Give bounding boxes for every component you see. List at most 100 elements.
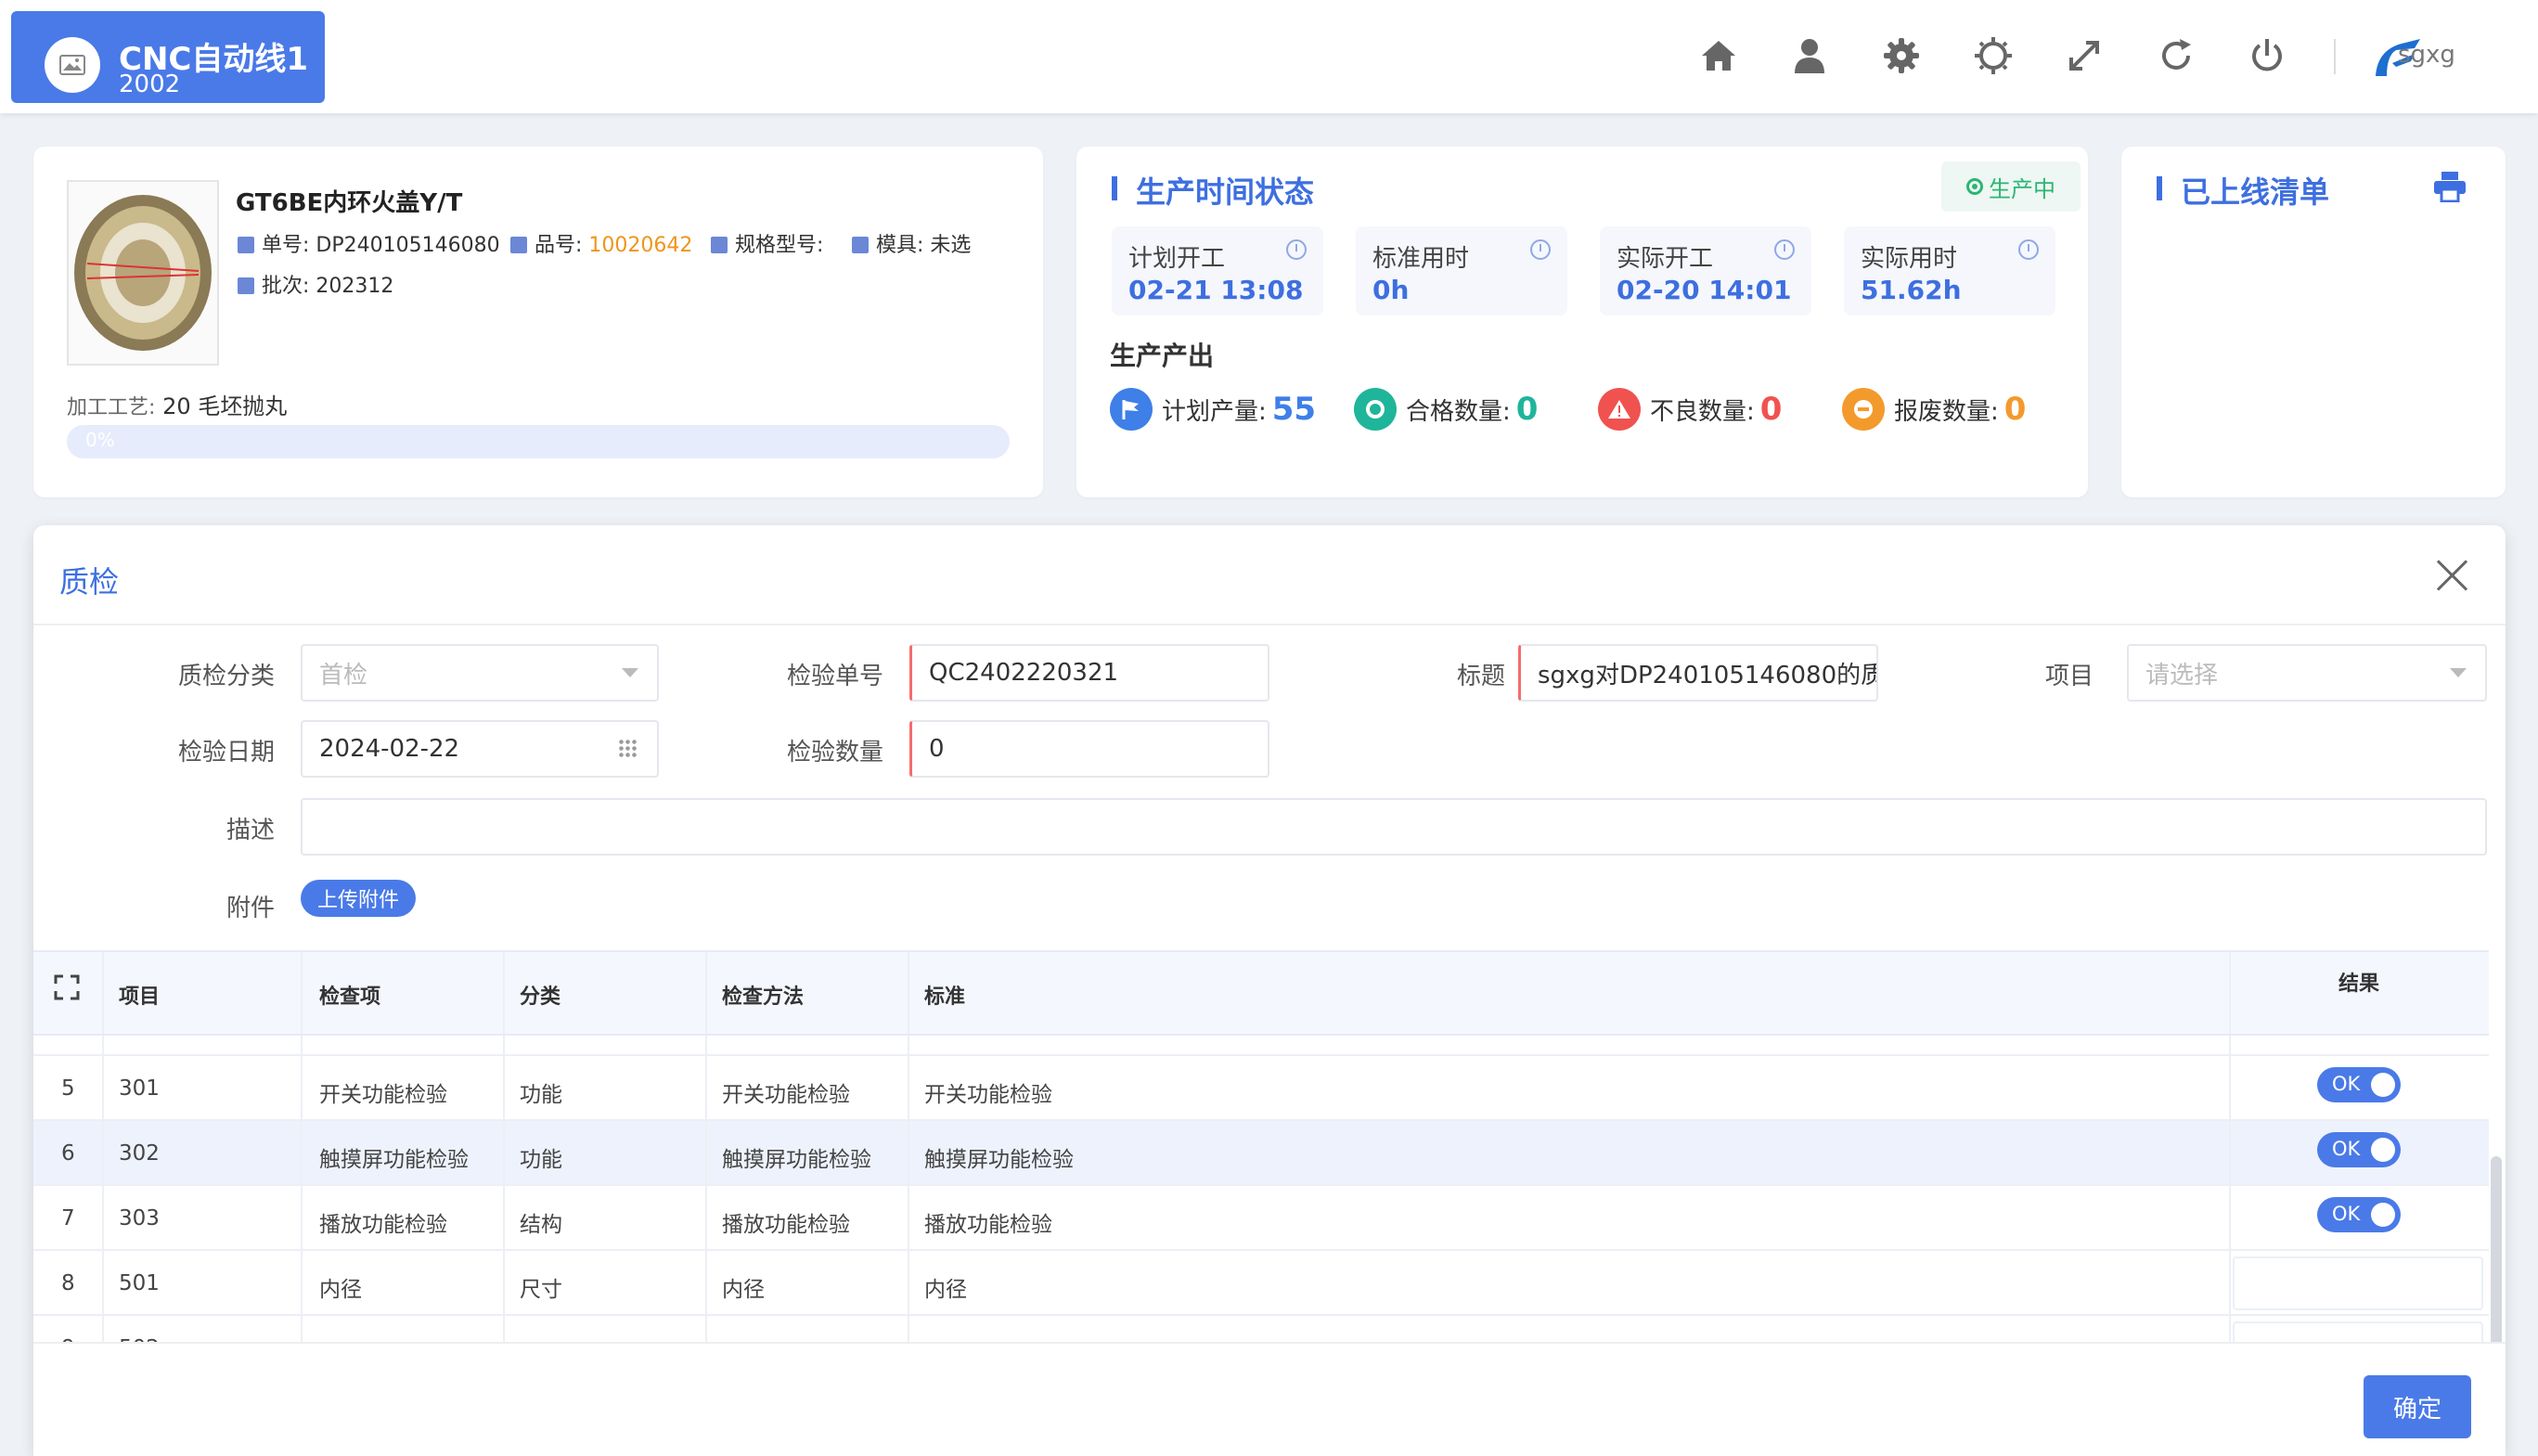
close-icon[interactable] — [2435, 559, 2468, 592]
col-header-category[interactable]: 分类 — [520, 980, 560, 1010]
cell-item: 302 — [119, 1141, 160, 1166]
table-row[interactable]: 8 501 内径 尺寸 内径 内径 — [33, 1251, 2489, 1316]
refresh-icon[interactable] — [2148, 28, 2204, 84]
cell-method: 内径 — [722, 1278, 765, 1302]
calendar-icon[interactable] — [618, 739, 638, 759]
cell-method: 触摸屏功能检验 — [722, 1148, 871, 1172]
project-select[interactable]: 请选择 — [2127, 644, 2487, 702]
document-icon — [238, 237, 254, 253]
output-value: 55 — [1271, 391, 1317, 428]
output-scrap: 报废数量: 0 — [1842, 386, 2026, 432]
project-placeholder: 请选择 — [2145, 661, 2219, 689]
cell-item: 301 — [119, 1076, 160, 1101]
gear-icon[interactable] — [1874, 28, 1929, 84]
minus-circle-icon — [1842, 388, 1885, 431]
output-label: 不良数量: — [1650, 397, 1755, 426]
output-value: 0 — [1759, 391, 1783, 428]
qty-label: 检验数量 — [786, 739, 883, 767]
list-icon — [711, 237, 728, 253]
row-index: 6 — [61, 1141, 75, 1166]
time-label: 实际用时 — [1861, 245, 1958, 273]
process-label: 加工工艺: — [67, 396, 156, 419]
col-header-standard[interactable]: 标准 — [924, 980, 965, 1010]
cell-standard: 开关功能检验 — [924, 1083, 1052, 1107]
online-list-title: 已上线清单 — [2156, 169, 2329, 212]
dialog-footer — [33, 1342, 2506, 1456]
table-row[interactable]: 5 301 开关功能检验 功能 开关功能检验 开关功能检验 OK — [33, 1056, 2489, 1121]
clock-icon — [1530, 239, 1551, 260]
status-text: 生产中 — [1989, 175, 2055, 202]
desc-input[interactable] — [301, 798, 2487, 856]
spec-meta: 规格型号: — [711, 228, 823, 258]
order-meta: 单号: DP240105146080 — [238, 228, 500, 258]
table-row[interactable]: 6 302 触摸屏功能检验 功能 触摸屏功能检验 触摸屏功能检验 OK — [33, 1121, 2489, 1186]
image-icon — [45, 37, 100, 93]
station-code: 2002 — [119, 71, 181, 98]
station-badge[interactable]: CNC自动线1 2002 — [11, 11, 325, 103]
attach-label: 附件 — [225, 895, 275, 922]
badge-check-icon — [1354, 388, 1397, 431]
result-input[interactable] — [2233, 1256, 2483, 1310]
power-icon[interactable] — [2239, 28, 2295, 84]
output-label: 报废数量: — [1894, 397, 1999, 426]
col-header-item[interactable]: 项目 — [119, 980, 160, 1010]
cell-item: 501 — [119, 1271, 160, 1295]
warning-icon — [1598, 388, 1641, 431]
dialog-title: 质检 — [59, 564, 120, 599]
date-label: 检验日期 — [177, 739, 275, 767]
clock-icon — [1774, 239, 1795, 260]
clock-icon — [2018, 239, 2039, 260]
confirm-button[interactable]: 确定 — [2364, 1375, 2471, 1438]
fullscreen-icon[interactable] — [2056, 28, 2112, 84]
time-value: 02-21 13:08 — [1128, 275, 1304, 305]
col-header-check[interactable]: 检查项 — [319, 980, 380, 1010]
table-header: 项目 检查项 分类 检查方法 标准 结果 — [33, 950, 2489, 1036]
username[interactable]: sgxg — [2398, 41, 2455, 69]
table-row[interactable]: 7 303 播放功能检验 结构 播放功能检验 播放功能检验 OK — [33, 1186, 2489, 1251]
expand-icon[interactable] — [54, 974, 82, 1002]
batch-value: 202312 — [316, 275, 394, 298]
mold-label: 模具: — [876, 234, 924, 257]
date-value: 2024-02-22 — [319, 735, 460, 763]
output-value: 0 — [1515, 391, 1539, 428]
cell-check: 播放功能检验 — [319, 1213, 447, 1237]
date-picker[interactable]: 2024-02-22 — [301, 720, 659, 778]
upload-button[interactable]: 上传附件 — [301, 880, 416, 917]
order-label: 单号: — [262, 234, 310, 257]
user-icon[interactable] — [1782, 28, 1837, 84]
time-value: 0h — [1372, 275, 1410, 305]
progress-bar: 0% — [67, 425, 1010, 458]
inspect-no-input[interactable]: QC2402220321 — [909, 644, 1269, 702]
result-toggle[interactable]: OK — [2317, 1197, 2401, 1232]
project-label: 项目 — [2044, 663, 2094, 690]
time-label: 标准用时 — [1372, 245, 1470, 273]
divider — [503, 952, 505, 1034]
time-box-plan-start: 计划开工 02-21 13:08 — [1112, 226, 1323, 316]
table-row-partial — [33, 1036, 2489, 1056]
time-box-actual-used: 实际用时 51.62h — [1844, 226, 2055, 316]
output-value: 0 — [2003, 391, 2027, 428]
chevron-down-icon — [622, 668, 638, 677]
batch-label: 批次: — [262, 275, 310, 298]
qty-input[interactable]: 0 — [909, 720, 1269, 778]
col-header-result[interactable]: 结果 — [2338, 967, 2379, 997]
time-value: 02-20 14:01 — [1617, 275, 1792, 305]
result-text: OK — [2332, 1203, 2361, 1225]
printer-icon[interactable] — [2433, 171, 2467, 203]
cell-standard: 播放功能检验 — [924, 1213, 1052, 1237]
title-value: sgxg对DP240105146080的质检 — [1538, 661, 1878, 689]
item-meta: 品号: 10020642 — [510, 228, 692, 258]
result-toggle[interactable]: OK — [2317, 1067, 2401, 1102]
output-qualified: 合格数量: 0 — [1354, 386, 1538, 432]
home-icon[interactable] — [1691, 28, 1746, 84]
time-label: 计划开工 — [1128, 245, 1226, 273]
category-select[interactable]: 首检 — [301, 644, 659, 702]
process-value: 20 毛坯抛丸 — [162, 393, 288, 419]
chevron-down-icon — [2450, 668, 2467, 677]
title-input[interactable]: sgxg对DP240105146080的质检 — [1518, 644, 1878, 702]
theme-icon[interactable] — [1965, 28, 2021, 84]
col-header-method[interactable]: 检查方法 — [722, 980, 804, 1010]
order-value: DP240105146080 — [316, 234, 500, 257]
result-text: OK — [2332, 1138, 2361, 1160]
result-toggle[interactable]: OK — [2317, 1132, 2401, 1167]
